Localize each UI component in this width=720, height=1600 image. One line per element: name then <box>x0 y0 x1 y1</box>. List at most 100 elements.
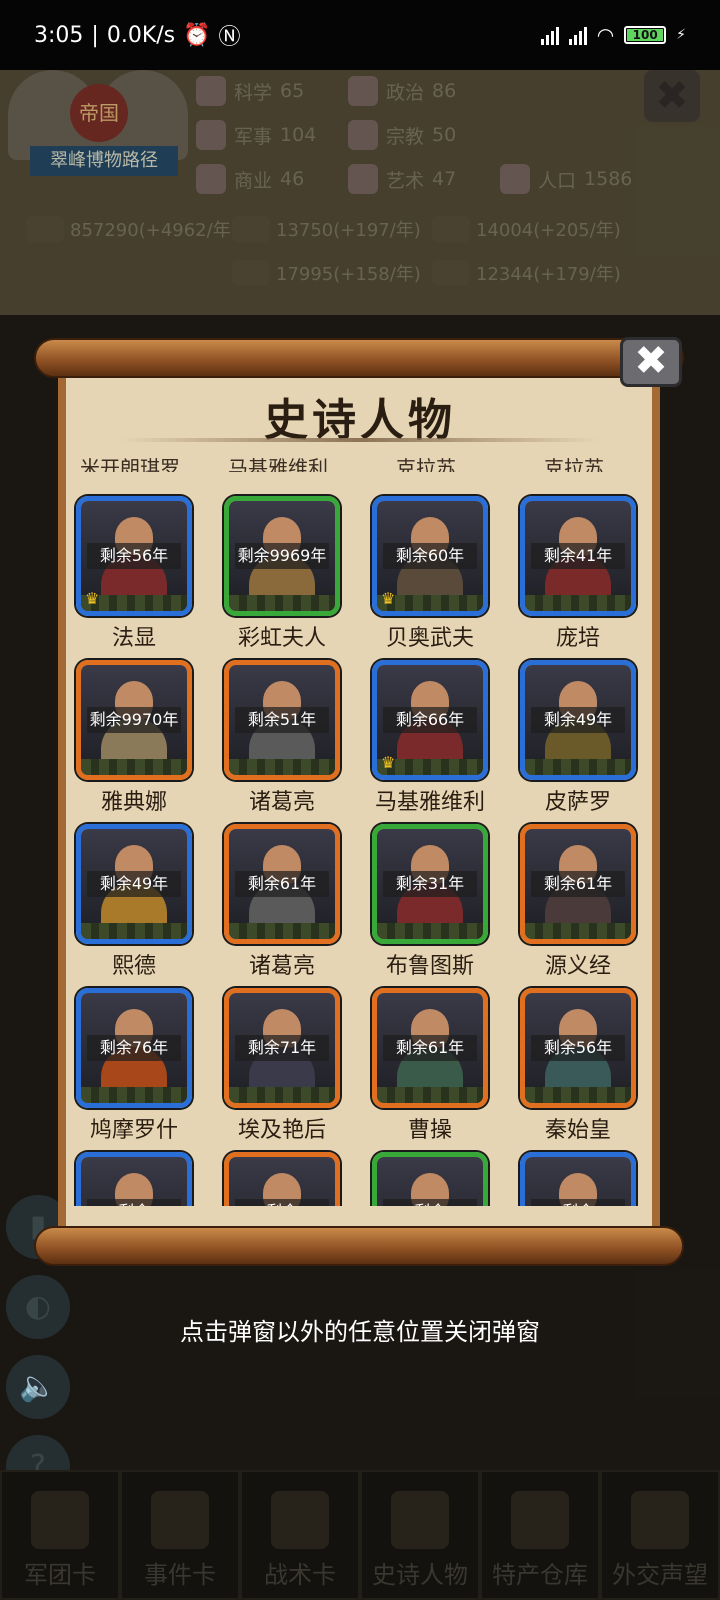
character-card[interactable]: 剩余49年 熙德 <box>76 824 192 980</box>
character-portrait[interactable]: 剩余9970年 <box>76 660 192 780</box>
remaining-years: 剩余61年 <box>383 1035 477 1061</box>
character-name: 源义经 <box>544 954 611 979</box>
crown-icon: ♛ <box>85 589 100 608</box>
remaining-years: 剩余71年 <box>235 1035 329 1061</box>
remaining-years: 剩余56年 <box>87 543 181 569</box>
alarm-icon: ⏰ <box>183 22 211 48</box>
character-portrait[interactable]: 剩余 <box>224 1152 340 1206</box>
character-name: 诸葛亮 <box>248 790 315 815</box>
character-portrait[interactable]: 剩余51年 <box>224 660 340 780</box>
remaining-years: 剩余76年 <box>87 1035 181 1061</box>
character-name: 雅典娜 <box>100 790 167 815</box>
character-card[interactable]: 剩余56年秦始皇 <box>520 988 636 1144</box>
character-portrait[interactable]: 剩余 <box>520 1152 636 1206</box>
charging-icon: ⚡ <box>676 27 686 43</box>
remaining-years: 剩余41年 <box>531 543 625 569</box>
portrait-grass <box>377 1087 483 1103</box>
character-name: 曹操 <box>407 1118 452 1143</box>
character-card[interactable]: 剩余9969年 彩虹夫人 <box>224 496 340 652</box>
character-card[interactable]: 剩余51年诸葛亮 <box>224 660 340 816</box>
character-name: 埃及艳后 <box>237 1118 326 1143</box>
character-grid: ♛ 剩余56年 法显 剩余9969年 彩虹夫人 ♛ 剩余60年 贝奥武夫 剩余41年 庞培 剩余99… <box>60 470 660 1206</box>
portrait-grass <box>525 923 631 939</box>
character-name: 秦始皇 <box>544 1118 611 1143</box>
character-name: 皮萨罗 <box>544 790 611 815</box>
close-hint: 点击弹窗以外的任意位置关闭弹窗 <box>180 1318 540 1346</box>
character-card[interactable]: 剩余61年诸葛亮 <box>224 824 340 980</box>
character-card[interactable]: 剩余9970年 雅典娜 <box>76 660 192 816</box>
nfc-icon: Ⓝ <box>218 25 241 50</box>
character-card[interactable]: 剩余71年埃及艳后 <box>224 988 340 1144</box>
character-portrait[interactable]: 剩余49年 <box>520 660 636 780</box>
remaining-years: 剩余51年 <box>235 707 329 733</box>
character-card[interactable]: ♛ 剩余66年马基雅维利 <box>372 660 488 816</box>
character-name: 庞培 <box>555 626 600 651</box>
character-portrait[interactable]: 剩余61年 <box>520 824 636 944</box>
portrait-grass <box>229 923 335 939</box>
character-portrait[interactable]: ♛ 剩余56年 <box>76 496 192 616</box>
portrait-grass <box>229 595 335 611</box>
character-card[interactable]: 剩余76年鸠摩罗什 <box>76 988 192 1144</box>
character-portrait[interactable]: 剩余61年 <box>224 824 340 944</box>
remaining-years: 剩余49年 <box>87 871 181 897</box>
character-name: 马基雅维利 <box>374 790 485 815</box>
character-card[interactable]: 剩余41年庞培 <box>520 496 636 652</box>
character-card[interactable]: 剩余49年皮萨罗 <box>520 660 636 816</box>
character-portrait[interactable]: ♛ 剩余60年 <box>372 496 488 616</box>
character-name: 布鲁图斯 <box>385 954 474 979</box>
remaining-years: 剩余60年 <box>383 543 477 569</box>
remaining-years: 剩余 <box>235 1199 329 1206</box>
separator: | <box>91 22 99 48</box>
portrait-grass <box>229 1087 335 1103</box>
character-name: 法显 <box>111 626 156 651</box>
character-card[interactable]: 剩余 <box>520 1152 636 1206</box>
character-card[interactable]: 剩余 <box>76 1152 192 1206</box>
character-portrait[interactable]: 剩余41年 <box>520 496 636 616</box>
character-portrait[interactable]: 剩余 <box>76 1152 192 1206</box>
signal-icon-2 <box>568 25 587 45</box>
character-portrait[interactable]: ♛ 剩余66年 <box>372 660 488 780</box>
character-card[interactable]: ♛ 剩余56年法显 <box>76 496 192 652</box>
remaining-years: 剩余61年 <box>235 871 329 897</box>
character-card[interactable]: ♛ 剩余60年 贝奥武夫 <box>372 496 488 652</box>
character-card[interactable]: 剩余 <box>224 1152 340 1206</box>
character-portrait[interactable]: 剩余31年 <box>372 824 488 944</box>
crown-icon: ♛ <box>381 589 396 608</box>
portrait-grass <box>525 759 631 775</box>
remaining-years: 剩余 <box>531 1199 625 1206</box>
battery-icon: 100 <box>624 26 667 44</box>
character-portrait[interactable]: 剩余9969年 <box>224 496 340 616</box>
character-name: 诸葛亮 <box>248 954 315 979</box>
scroll-roll-top <box>34 338 684 378</box>
character-portrait[interactable]: 剩余56年 <box>520 988 636 1108</box>
status-bar: 3:05 | 0.0K/s ⏰ Ⓝ ◠ 100 ⚡ <box>0 0 720 70</box>
remaining-years: 剩余49年 <box>531 707 625 733</box>
portrait-grass <box>525 1087 631 1103</box>
scroll-roll-bottom <box>34 1226 684 1266</box>
remaining-years: 剩余61年 <box>531 871 625 897</box>
character-portrait[interactable]: 剩余71年 <box>224 988 340 1108</box>
character-name: 鸠摩罗什 <box>89 1118 178 1143</box>
character-card[interactable]: 剩余61年源义经 <box>520 824 636 980</box>
clock: 3:05 <box>34 22 84 48</box>
close-button[interactable]: ✖ <box>620 337 682 387</box>
character-card[interactable]: 剩余31年布鲁图斯 <box>372 824 488 980</box>
character-card[interactable]: 剩余 <box>372 1152 488 1206</box>
signal-icon <box>540 25 559 45</box>
character-portrait[interactable]: 剩余76年 <box>76 988 192 1108</box>
character-portrait[interactable]: 剩余61年 <box>372 988 488 1108</box>
portrait-grass <box>377 923 483 939</box>
remaining-years: 剩余9970年 <box>87 707 181 733</box>
portrait-grass <box>81 759 187 775</box>
character-name: 彩虹夫人 <box>237 626 326 651</box>
wifi-icon: ◠ <box>596 23 615 47</box>
title-divider <box>120 438 600 442</box>
character-portrait[interactable]: 剩余49年 <box>76 824 192 944</box>
remaining-years: 剩余9969年 <box>235 543 329 569</box>
network-speed: 0.0K/s <box>106 22 176 48</box>
portrait-grass <box>81 923 187 939</box>
character-portrait[interactable]: 剩余 <box>372 1152 488 1206</box>
portrait-grass <box>525 595 631 611</box>
character-card[interactable]: 剩余61年曹操 <box>372 988 488 1144</box>
remaining-years: 剩余 <box>383 1199 477 1206</box>
